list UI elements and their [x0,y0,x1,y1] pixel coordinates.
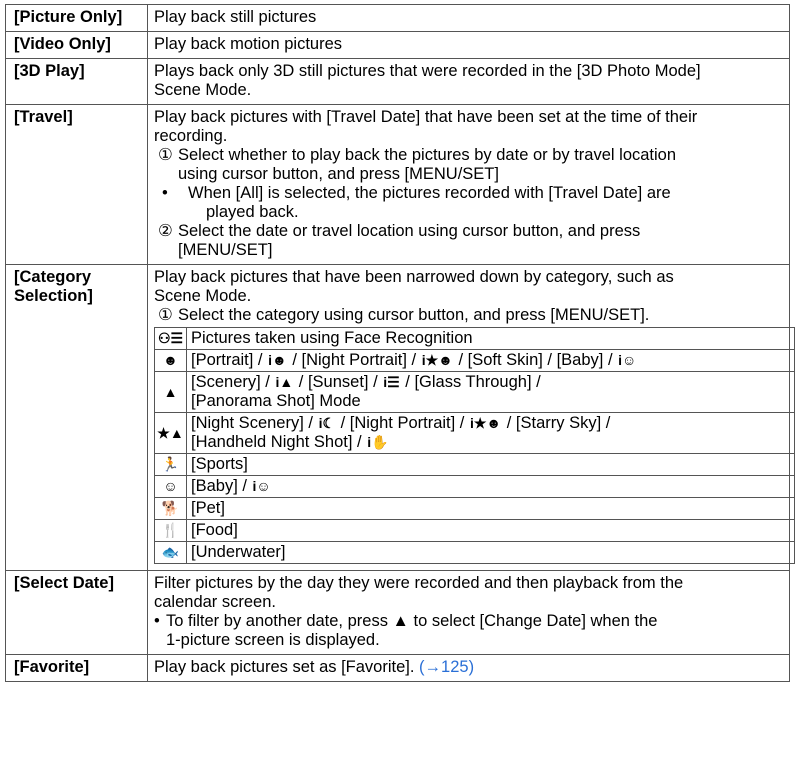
category-text: [Food] [186,519,795,542]
intelligent-portrait-icon: i☻ [268,352,287,368]
description-line: calendar screen. [154,593,276,611]
row-description: Play back motion pictures [147,31,790,59]
intelligent-night-portrait-icon: i★☻ [421,352,453,368]
scenery-icon: ▲ [163,383,178,400]
row-description: Filter pictures by the day they were rec… [147,570,790,655]
row-description: Play back pictures that have been narrow… [147,264,795,571]
step-1: ① Select the category using cursor button… [154,306,783,325]
note-bullet: • To filter by another date, press ▲ to s… [154,612,658,630]
category-row: 🍴 [Food] [154,519,795,542]
table-row: [Video Only] Play back motion pictures [5,31,790,59]
category-row: 🐕 [Pet] [154,497,795,520]
sports-icon: 🏃 [161,456,180,472]
step-1: ① Select whether to play back the picture… [154,146,783,165]
up-arrow-icon: ▲ [392,612,409,630]
row-label: [Picture Only] [5,4,148,32]
description-line: Filter pictures by the day they were rec… [154,574,684,592]
row-label: [Travel] [5,104,148,265]
table-row: [3D Play] Plays back only 3D still pictu… [5,58,790,105]
intelligent-baby-icon: i☺ [252,478,271,494]
category-text: [Baby] / i☺ [186,475,795,498]
description-line: recording. [154,127,228,145]
category-text: [Pet] [186,497,795,520]
category-row: 🏃 [Sports] [154,453,795,476]
row-label: [Category Selection] [5,264,148,571]
food-icon: 🍴 [161,522,180,538]
table-row: [Category Selection] Play back pictures … [5,264,795,571]
table-row: [Travel] Play back pictures with [Travel… [5,104,790,265]
intelligent-scenery-icon: i▲ [275,374,294,390]
underwater-icon: 🐟 [161,544,180,560]
step-text: Select the date or travel location using… [178,222,641,240]
description-line: Play back pictures that have been narrow… [154,268,674,286]
category-row: ☻ [Portrait] / i☻ / [Night Portrait] / i… [154,349,795,372]
category-text: [Sports] [186,453,795,476]
table-row: [Picture Only] Play back still pictures [5,4,790,32]
step-text: Select the category using cursor button,… [178,306,650,324]
playback-filter-table: [Picture Only] Play back still pictures … [5,4,795,682]
step-continuation: [MENU/SET] [178,241,273,259]
row-description: Play back pictures with [Travel Date] th… [147,104,790,265]
manual-page: [Picture Only] Play back still pictures … [0,0,795,765]
page-reference-link[interactable]: (→125) [419,658,474,676]
step-number: ① [158,306,173,324]
description-line: Scene Mode. [154,287,252,305]
row-label: [3D Play] [5,58,148,105]
category-text: [Portrait] / i☻ / [Night Portrait] / i★☻… [186,349,795,372]
category-text: [Scenery] / i▲ / [Sunset] / i☰ / [Glass … [186,371,795,413]
description-line: Play back pictures with [Travel Date] th… [154,108,698,126]
row-description: Plays back only 3D still pictures that w… [147,58,790,105]
category-row: ☺ [Baby] / i☺ [154,475,795,498]
face-recognition-icon: ⚇☰ [157,330,184,346]
row-label: [Video Only] [5,31,148,59]
category-row: ★▲ [Night Scenery] / i☾ / [Night Portrai… [154,412,795,454]
pet-icon: 🐕 [161,500,180,516]
row-description: Play back still pictures [147,4,790,32]
intelligent-handheld-night-icon: i✋ [367,434,389,450]
row-label: [Select Date] [5,570,148,655]
row-description: Play back pictures set as [Favorite]. (→… [147,654,790,682]
bullet-continuation: played back. [206,203,299,221]
bullet-text: To filter by another date, press [166,612,388,630]
step-continuation: using cursor button, and press [MENU/SET… [178,165,499,183]
category-text: Pictures taken using Face Recognition [186,327,795,350]
step-2: ② Select the date or travel location usin… [154,222,783,241]
category-text: [Underwater] [186,541,795,564]
intelligent-sunset-icon: i☰ [383,374,400,390]
intelligent-night-portrait-icon: i★☻ [469,415,502,431]
table-row: [Select Date] Filter pictures by the day… [5,570,790,655]
intelligent-night-scenery-icon: i☾ [318,415,336,431]
category-row: ⚇☰ Pictures taken using Face Recognition [154,327,795,350]
description-line: Plays back only 3D still pictures that w… [154,62,701,80]
description-line: Scene Mode. [154,81,252,99]
step-number: ① [158,146,173,164]
category-table: ⚇☰ Pictures taken using Face Recognition… [154,327,795,564]
note-bullet: • When [All] is selected, the pictures re… [154,184,783,203]
portrait-icon: ☻ [163,352,178,368]
intelligent-baby-icon: i☺ [618,352,637,368]
bullet-continuation: 1-picture screen is displayed. [166,631,380,649]
category-row: ▲ [Scenery] / i▲ / [Sunset] / i☰ / [Glas… [154,371,795,413]
night-scenery-icon: ★▲ [157,424,184,441]
category-row: 🐟 [Underwater] [154,541,795,564]
step-number: ② [158,222,173,240]
category-text: [Night Scenery] / i☾ / [Night Portrait] … [186,412,795,454]
step-text: Select whether to play back the pictures… [178,146,677,164]
row-label: [Favorite] [5,654,148,682]
table-row: [Favorite] Play back pictures set as [Fa… [5,654,790,682]
bullet-text: When [All] is selected, the pictures rec… [188,184,671,202]
baby-icon: ☺ [163,478,178,494]
